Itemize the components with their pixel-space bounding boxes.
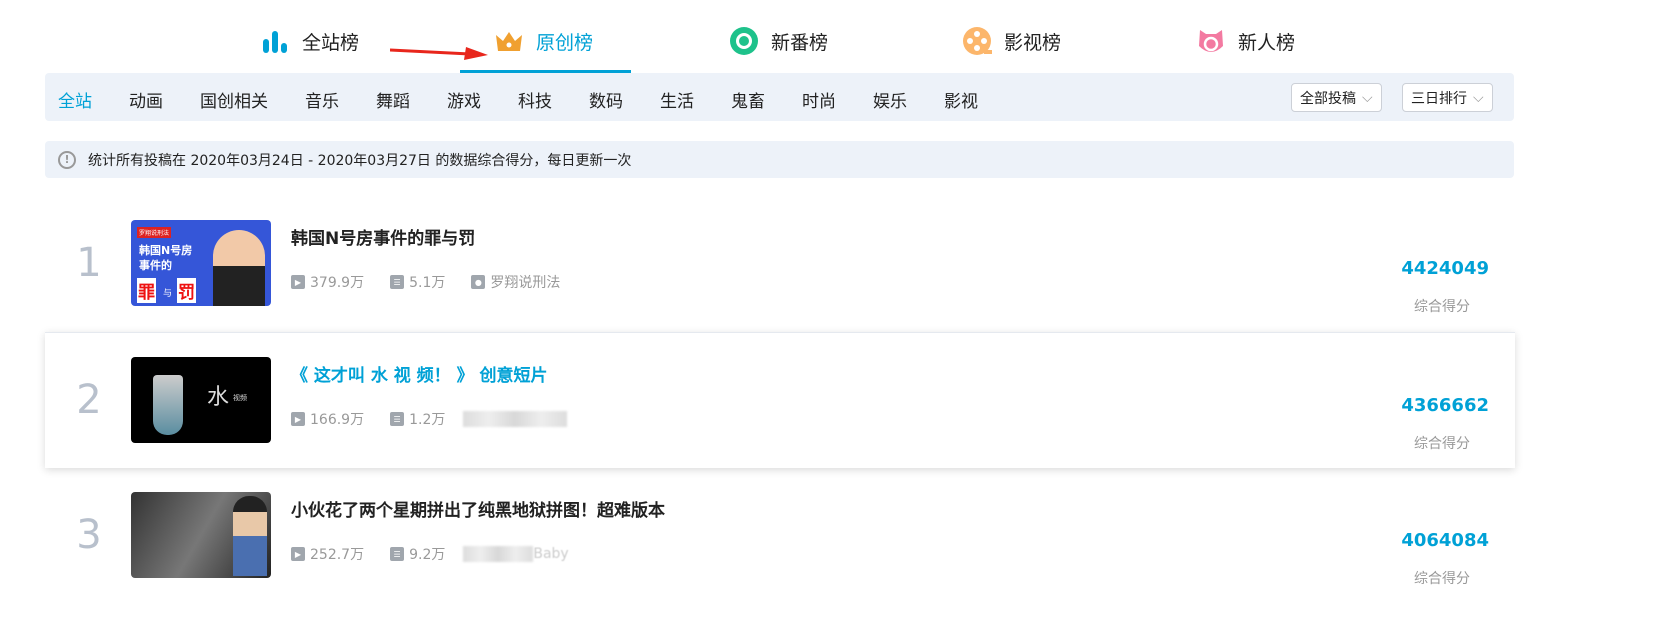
info-icon: !	[58, 150, 76, 169]
thumb-text: 韩国N号房	[139, 244, 193, 257]
glass-image	[153, 375, 183, 435]
author-name[interactable]: 罗翔说刑法	[490, 272, 560, 292]
play-count: 166.9万	[310, 412, 365, 428]
category-item[interactable]: 科技	[518, 87, 552, 112]
rank-list-item: 3 小伙花了两个星期拼出了纯黑地狱拼图！超难版本 ▶ 252.7万 ☰ 9.2万 B…	[45, 468, 1515, 604]
tab-film[interactable]: 影视榜	[962, 24, 1061, 58]
category-item[interactable]: 时尚	[802, 87, 836, 112]
danmaku-icon: ☰	[390, 547, 405, 561]
category-all[interactable]: 全站	[58, 87, 92, 112]
tab-all-site[interactable]: 全站榜	[260, 24, 359, 58]
tab-label: 新番榜	[771, 31, 829, 54]
category-item[interactable]: 音乐	[305, 87, 339, 112]
play-icon: ▶	[291, 275, 305, 289]
play-count: 252.7万	[310, 547, 365, 563]
thumb-text: 与	[163, 289, 173, 299]
play-count: 379.9万	[310, 275, 365, 291]
red-arrow-annotation	[390, 47, 488, 60]
score-label: 综合得分	[1414, 571, 1470, 587]
tab-label: 全站榜	[302, 31, 360, 54]
play-icon: ▶	[291, 412, 305, 426]
video-meta: ▶ 252.7万 ☰ 9.2万 Baby	[291, 544, 569, 564]
thumb-text: 事件的	[139, 259, 172, 272]
user-icon: ●	[471, 275, 486, 289]
thumb-text: 水	[207, 385, 230, 410]
video-title[interactable]: 韩国N号房事件的罪与罚	[291, 224, 475, 249]
person-image	[233, 496, 267, 576]
author-name[interactable]: Baby	[533, 546, 568, 562]
film-reel-icon	[962, 26, 992, 56]
tab-label: 影视榜	[1004, 31, 1062, 54]
rank-list-item: 2 水 视频 《 这才叫 水 视 频！ 》 创意短片 ▶ 166.9万 ☰ 1.2万…	[45, 332, 1515, 468]
score-value: 4424049	[1401, 258, 1489, 279]
person-image	[213, 230, 265, 306]
notice-bar: ! 统计所有投稿在 2020年03月24日 - 2020年03月27日 的数据综…	[45, 141, 1514, 178]
video-meta: ▶ 166.9万 ☰ 1.2万	[291, 409, 568, 429]
video-title[interactable]: 小伙花了两个星期拼出了纯黑地狱拼图！超难版本	[291, 496, 665, 521]
category-item[interactable]: 游戏	[447, 87, 481, 112]
category-item[interactable]: 娱乐	[873, 87, 907, 112]
period-filter-select[interactable]: 三日排行 ⌵	[1402, 83, 1493, 112]
thumb-text: 罚	[177, 278, 196, 303]
video-thumbnail[interactable]	[131, 492, 271, 578]
video-meta: ▶ 379.9万 ☰ 5.1万 ● 罗翔说刑法	[291, 272, 586, 292]
category-bar: 全站 动画 国创相关 音乐 舞蹈 游戏 科技 数码 生活 鬼畜 时尚 娱乐 影视…	[45, 73, 1514, 121]
score-value: 4366662	[1401, 395, 1489, 416]
danmaku-count: 5.1万	[409, 275, 446, 291]
danmaku-count: 1.2万	[409, 412, 446, 428]
video-thumbnail[interactable]: 罗翔说刑法 韩国N号房 事件的 罪 与 罚	[131, 220, 271, 306]
danmaku-icon: ☰	[390, 275, 405, 289]
chevron-down-icon: ⌵	[1473, 89, 1484, 106]
notice-text: 统计所有投稿在 2020年03月24日 - 2020年03月27日 的数据综合得…	[88, 152, 632, 169]
danmaku-count: 9.2万	[409, 547, 446, 563]
category-item[interactable]: 动画	[129, 87, 163, 112]
bar-chart-icon	[260, 26, 290, 56]
score-label: 综合得分	[1414, 299, 1470, 315]
category-item[interactable]: 舞蹈	[376, 87, 410, 112]
select-value: 三日排行	[1411, 90, 1467, 107]
thumb-text: 罗翔说刑法	[137, 227, 172, 238]
tab-new-anime[interactable]: 新番榜	[729, 24, 828, 58]
blurred-author	[463, 546, 534, 562]
play-icon: ▶	[291, 547, 305, 561]
new-user-icon	[1196, 26, 1226, 56]
thumb-text: 视频	[233, 394, 247, 402]
ranking-tabs: 全站榜 原创榜 新番榜 影视榜 新人榜	[0, 0, 1663, 73]
ring-icon	[729, 26, 759, 56]
tab-original[interactable]: 原创榜	[494, 24, 593, 58]
type-filter-select[interactable]: 全部投稿 ⌵	[1291, 83, 1382, 112]
rank-number: 2	[76, 377, 102, 423]
score-label: 综合得分	[1414, 436, 1470, 452]
danmaku-icon: ☰	[390, 412, 405, 426]
category-item[interactable]: 数码	[589, 87, 623, 112]
score-value: 4064084	[1401, 530, 1489, 551]
rank-number: 3	[76, 512, 102, 558]
tab-label: 新人榜	[1238, 31, 1296, 54]
video-thumbnail[interactable]: 水 视频	[131, 357, 271, 443]
tab-newcomer[interactable]: 新人榜	[1196, 24, 1295, 58]
crown-icon	[494, 26, 524, 56]
tab-label: 原创榜	[536, 31, 594, 54]
category-item[interactable]: 国创相关	[200, 87, 268, 112]
blurred-author	[463, 411, 568, 427]
category-item[interactable]: 影视	[944, 87, 978, 112]
video-title[interactable]: 《 这才叫 水 视 频！ 》 创意短片	[291, 361, 548, 386]
chevron-down-icon: ⌵	[1362, 89, 1373, 106]
rank-number: 1	[76, 240, 102, 286]
thumb-text: 罪	[137, 278, 156, 303]
category-item[interactable]: 生活	[660, 87, 694, 112]
category-item[interactable]: 鬼畜	[731, 87, 765, 112]
rank-list-item: 1 罗翔说刑法 韩国N号房 事件的 罪 与 罚 韩国N号房事件的罪与罚 ▶ 379…	[45, 196, 1515, 332]
select-value: 全部投稿	[1300, 90, 1356, 107]
